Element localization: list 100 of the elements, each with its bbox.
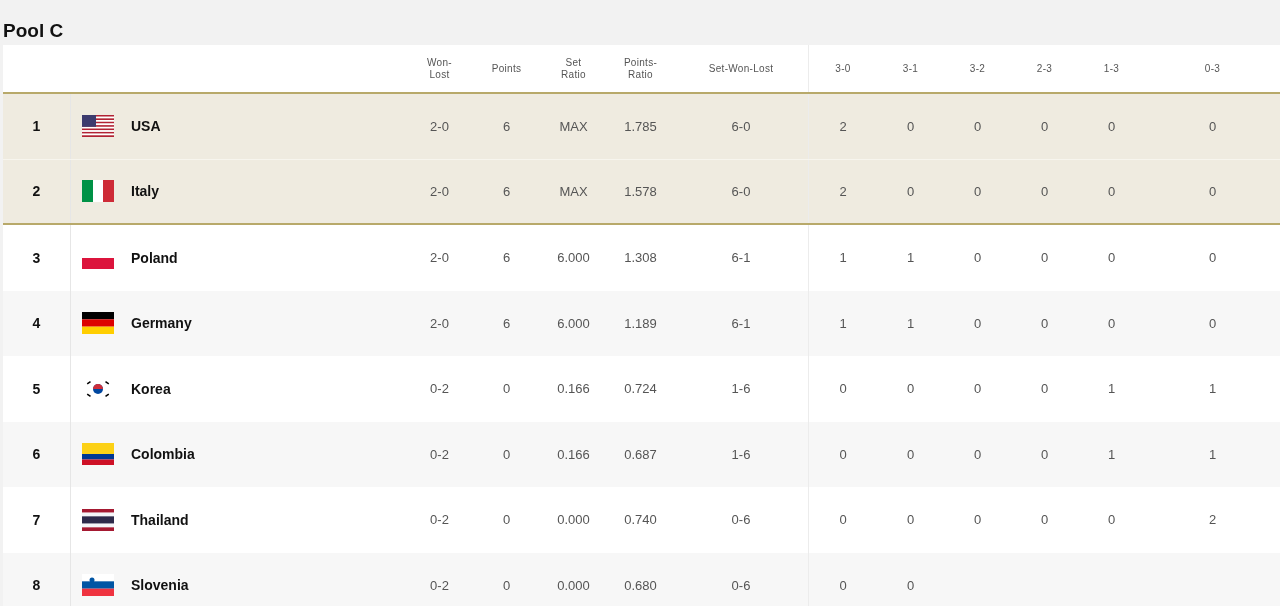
- table-cell: 0-2: [430, 446, 449, 462]
- team-name: Colombia: [131, 446, 195, 463]
- table-cell: 1-6: [731, 381, 751, 397]
- column-header: Set Ratio: [561, 56, 586, 81]
- table-cell: 2-0: [430, 183, 449, 199]
- column-header: 2-3: [1036, 62, 1053, 75]
- table-cell: 1.308: [624, 250, 657, 266]
- table-cell: 0.000: [557, 512, 590, 528]
- table-cell: 0: [502, 577, 511, 593]
- table-cell: 2-0: [430, 315, 449, 331]
- pool-title: Pool C: [3, 20, 64, 43]
- column-header: 1-3: [1103, 62, 1120, 75]
- column-header: Set-Won-Lost: [708, 62, 774, 75]
- table-cell: 0: [1040, 118, 1049, 134]
- team-name: Korea: [131, 380, 171, 397]
- table-cell: 0: [1208, 118, 1217, 134]
- table-cell: 6: [502, 118, 511, 134]
- rank-number: 7: [32, 511, 41, 528]
- rank-number: 5: [32, 380, 41, 397]
- team-name: Slovenia: [131, 577, 189, 594]
- column-header: 3-0: [835, 62, 851, 75]
- team-name: Germany: [131, 315, 192, 332]
- table-cell: 2-0: [430, 250, 449, 266]
- table-cell: 0: [502, 512, 511, 528]
- column-header: 3-2: [969, 62, 986, 75]
- table-cell: 1.578: [624, 183, 657, 199]
- table-cell: 2: [839, 118, 847, 134]
- table-cell: 0: [1107, 250, 1116, 266]
- team-name: Italy: [131, 183, 159, 200]
- column-header: Won- Lost: [427, 56, 452, 81]
- rank-number: 4: [32, 315, 41, 332]
- table-cell: 6: [502, 183, 511, 199]
- table-cell: 0: [906, 183, 915, 199]
- column-header: Points- Ratio: [623, 56, 658, 81]
- rank-number: 2: [32, 183, 41, 200]
- rank-number: 8: [32, 577, 41, 594]
- table-cell: 1: [906, 315, 915, 331]
- table-cell: 2: [1208, 512, 1217, 528]
- table-cell: 0: [973, 381, 982, 397]
- table-cell: 0.740: [624, 512, 657, 528]
- table-cell: 1-6: [731, 446, 751, 462]
- flag-icon: [82, 115, 114, 138]
- table-cell: 6.000: [557, 250, 590, 266]
- table-cell: 6-0: [731, 183, 751, 199]
- table-cell: 0: [906, 512, 915, 528]
- table-cell: 0: [1208, 315, 1217, 331]
- table-cell: 1: [1208, 381, 1217, 397]
- table-cell: 0: [1107, 512, 1116, 528]
- table-cell: 1: [906, 250, 915, 266]
- table-cell: 0: [973, 512, 982, 528]
- table-cell: 1.189: [624, 315, 657, 331]
- table-cell: 0: [1107, 118, 1116, 134]
- table-cell: 0: [1040, 250, 1049, 266]
- table-cell: 0: [1107, 183, 1116, 199]
- table-cell: 0: [839, 577, 847, 593]
- table-cell: 0: [906, 118, 915, 134]
- table-cell: 0: [906, 446, 915, 462]
- table-cell: MAX: [559, 118, 588, 134]
- table-cell: 6: [502, 315, 511, 331]
- table-cell: 0: [973, 183, 982, 199]
- rank-number: 1: [32, 118, 41, 135]
- table-cell: 6.000: [557, 315, 590, 331]
- table-cell: 0: [973, 315, 982, 331]
- table-cell: 0: [839, 381, 847, 397]
- table-cell: 0: [1208, 183, 1217, 199]
- table-cell: 0: [839, 512, 847, 528]
- table-cell: 0: [839, 446, 847, 462]
- table-cell: 0: [973, 446, 982, 462]
- team-name: Thailand: [131, 511, 189, 528]
- table-cell: 2-0: [430, 118, 449, 134]
- table-cell: MAX: [559, 183, 588, 199]
- column-header: 0-3: [1204, 62, 1221, 75]
- flag-icon: [82, 312, 114, 335]
- table-cell: 0: [906, 381, 915, 397]
- table-cell: 2: [839, 183, 847, 199]
- table-cell: 0: [1040, 183, 1049, 199]
- table-cell: 0: [502, 446, 511, 462]
- table-cell: 0.166: [557, 381, 590, 397]
- table-cell: 0: [1040, 446, 1049, 462]
- table-cell: 0.000: [557, 577, 590, 593]
- table-cell: 0: [1107, 315, 1116, 331]
- table-cell: 0-6: [731, 577, 751, 593]
- table-cell: 0: [1040, 512, 1049, 528]
- table-cell: 0-2: [430, 577, 449, 593]
- table-cell: 6-1: [731, 250, 751, 266]
- table-cell: 1: [839, 250, 847, 266]
- column-header: 3-1: [902, 62, 919, 75]
- table-cell: 6: [502, 250, 511, 266]
- rank-number: 6: [32, 446, 41, 463]
- table-cell: 0: [1040, 381, 1049, 397]
- table-cell: 0: [973, 118, 982, 134]
- flag-icon: [82, 246, 114, 269]
- column-header: Points: [491, 62, 522, 75]
- table-cell: 0.166: [557, 446, 590, 462]
- table-cell: 0.724: [624, 381, 657, 397]
- table-cell: 0: [906, 577, 915, 593]
- table-cell: 0: [1208, 250, 1217, 266]
- table-cell: 0: [1040, 315, 1049, 331]
- table-cell: 1: [1107, 446, 1116, 462]
- table-cell: 0: [973, 250, 982, 266]
